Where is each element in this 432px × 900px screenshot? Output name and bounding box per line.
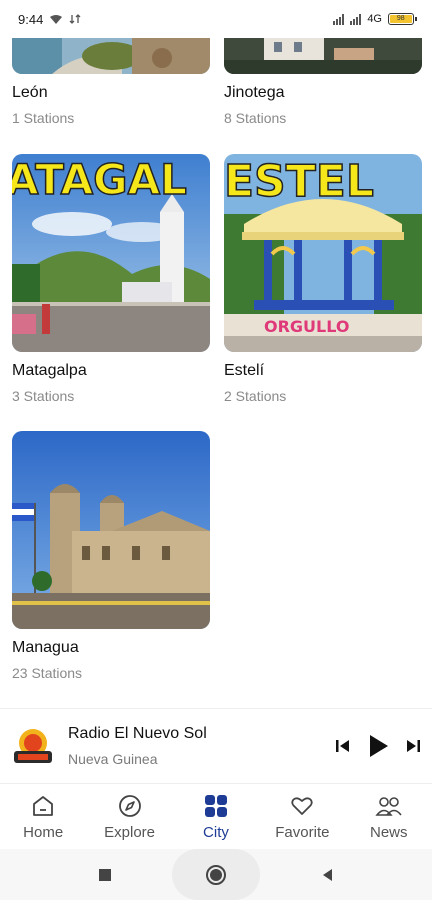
radio-logo-icon (10, 723, 56, 769)
battery-icon: 98 (388, 13, 417, 25)
next-button[interactable] (404, 737, 422, 755)
city-image-managua (12, 431, 210, 629)
square-icon (99, 868, 111, 881)
skip-previous-icon (336, 740, 349, 752)
back-button[interactable] (320, 867, 334, 883)
city-card-esteli[interactable]: ORGULLO ESTEL Estelí 2 Stations (224, 154, 422, 404)
esteli-plaque: ORGULLO (264, 317, 349, 336)
people-icon (375, 797, 402, 816)
station-logo (10, 723, 56, 769)
wifi-icon (50, 14, 63, 24)
nav-label-favorite: Favorite (275, 824, 330, 841)
matagalpa-photo: ATAGAL (12, 154, 210, 352)
city-station-count: 2 Stations (224, 388, 287, 404)
skip-next-icon (407, 740, 420, 752)
play-icon (370, 735, 388, 757)
city-card-leon[interactable]: León 1 Stations (12, 38, 210, 126)
player-station-location: Nueva Guinea (68, 751, 158, 767)
player-text: Radio El Nuevo Sol Nueva Guinea (68, 725, 334, 767)
managua-photo (12, 431, 210, 629)
city-image-matagalpa: ATAGAL (12, 154, 210, 352)
nav-label-news: News (369, 824, 408, 841)
nav-label-home: Home (23, 824, 64, 841)
signal-icon-2 (350, 13, 362, 25)
city-name: León (12, 84, 48, 101)
status-bar: 9:44 4G 98 (0, 0, 432, 38)
heart-icon (291, 797, 314, 815)
jinotega-photo (224, 38, 422, 74)
recents-button[interactable] (98, 868, 112, 882)
battery-level: 98 (390, 15, 412, 23)
compass-icon (118, 795, 141, 817)
nav-home[interactable]: Home (0, 793, 86, 841)
status-time: 9:44 (18, 11, 44, 27)
status-right: 4G 98 (333, 13, 417, 25)
bottom-navigation: Home Explore City Favorite News (0, 785, 432, 849)
city-card-matagalpa[interactable]: ATAGAL Matagalpa 3 Stations (12, 154, 210, 404)
city-name: Managua (12, 639, 79, 656)
play-button[interactable] (366, 733, 390, 759)
city-image-leon (12, 38, 210, 74)
player-station-title: Radio El Nuevo Sol (68, 725, 207, 742)
nav-city[interactable]: City (173, 793, 259, 841)
nav-label-explore: Explore (104, 824, 155, 841)
city-station-count: 1 Stations (12, 110, 75, 126)
home-system-button[interactable] (172, 849, 260, 900)
esteli-photo: ORGULLO ESTEL (224, 154, 422, 352)
previous-button[interactable] (334, 737, 352, 755)
nav-favorite[interactable]: Favorite (259, 793, 345, 841)
back-triangle-icon (323, 868, 332, 881)
city-image-jinotega (224, 38, 422, 74)
city-card-managua[interactable]: Managua 23 Stations (12, 431, 210, 681)
grid-icon (204, 795, 227, 817)
city-grid: León 1 Stations Jinotega 8 Stations ATAG… (0, 38, 432, 706)
city-name: Jinotega (224, 84, 285, 101)
data-sync-icon (69, 14, 81, 24)
city-station-count: 23 Stations (12, 665, 83, 681)
home-icon (33, 796, 54, 816)
nav-label-city: City (203, 824, 229, 841)
mini-player[interactable]: Radio El Nuevo Sol Nueva Guinea (0, 708, 432, 784)
city-station-count: 8 Stations (224, 110, 287, 126)
nav-news[interactable]: News (346, 793, 432, 841)
city-station-count: 3 Stations (12, 388, 75, 404)
nav-explore[interactable]: Explore (87, 793, 173, 841)
city-image-esteli: ORGULLO ESTEL (224, 154, 422, 352)
player-controls (334, 733, 422, 759)
esteli-banner: ESTEL (224, 156, 374, 207)
city-name: Matagalpa (12, 362, 87, 379)
signal-icon (333, 13, 345, 25)
matagalpa-banner: ATAGAL (12, 155, 187, 204)
city-name: Estelí (224, 362, 265, 379)
network-type: 4G (367, 13, 382, 25)
status-left: 9:44 (18, 12, 81, 27)
circle-icon (206, 864, 226, 885)
city-card-jinotega[interactable]: Jinotega 8 Stations (224, 38, 422, 126)
system-navigation-bar (0, 849, 432, 900)
leon-photo (12, 38, 210, 74)
